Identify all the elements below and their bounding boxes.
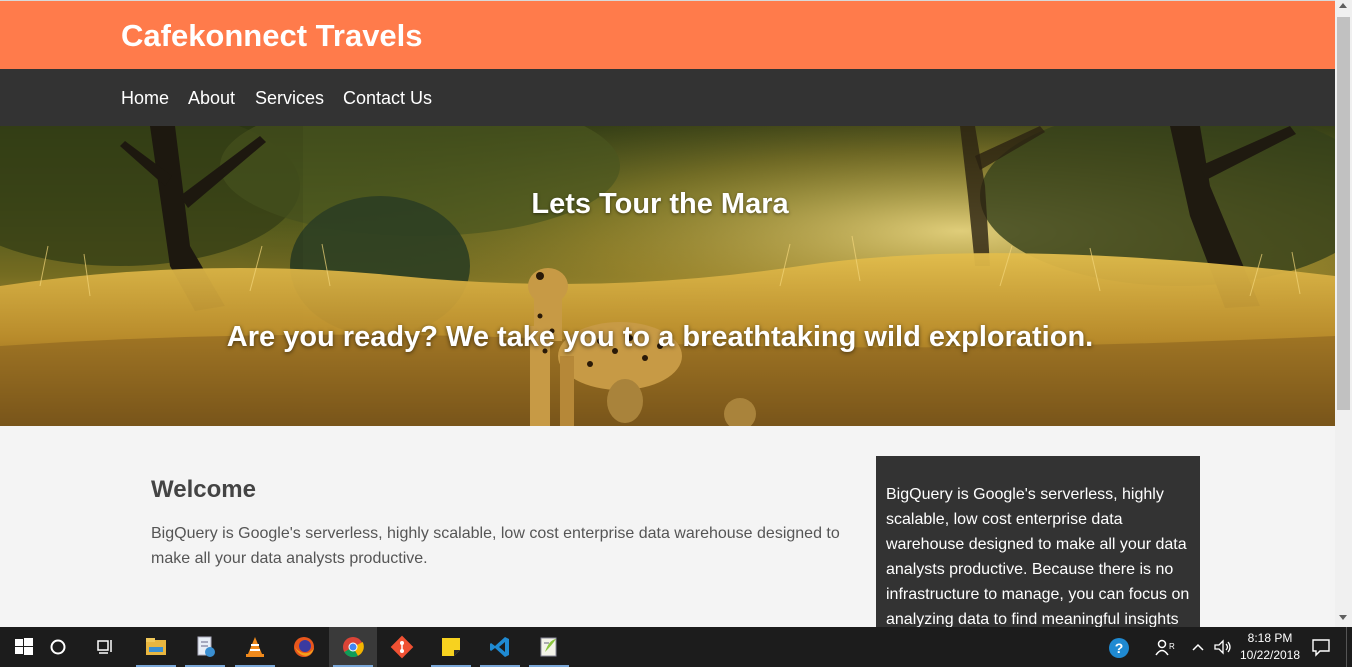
svg-text:?: ? (1115, 640, 1124, 656)
notepad-plus-plus-icon (540, 637, 557, 657)
people-icon: R (1155, 639, 1175, 656)
hero-title: Lets Tour the Mara (531, 188, 789, 220)
show-desktop-button[interactable] (1346, 627, 1352, 667)
hero-savanna-image (0, 126, 1335, 426)
hero-subtitle: Are you ready? We take you to a breathta… (226, 321, 1094, 353)
task-view-button[interactable] (82, 627, 130, 667)
action-center-button[interactable] (1306, 627, 1334, 667)
taskbar-git[interactable] (378, 627, 426, 667)
tray-help[interactable]: ? (1106, 627, 1134, 667)
scroll-up-arrow-icon[interactable] (1339, 3, 1347, 8)
scroll-thumb[interactable] (1337, 17, 1350, 410)
windows-taskbar: ? R 8:18 PM 10/22/2018 (0, 627, 1352, 667)
welcome-heading: Welcome (151, 476, 256, 503)
vlc-icon (246, 637, 264, 657)
start-icon (15, 638, 33, 655)
nav-link-home[interactable]: Home (121, 88, 169, 109)
tray-people[interactable]: R (1150, 627, 1176, 667)
page-scrollbar[interactable] (1335, 0, 1352, 627)
nav-link-contact-us[interactable]: Contact Us (343, 88, 432, 109)
welcome-paragraph: BigQuery is Google's serverless, highly … (151, 525, 840, 567)
chrome-icon (343, 637, 364, 658)
sidebar-info-text: BigQuery is Google's serverless, highly … (886, 486, 1190, 627)
file-explorer-icon (146, 638, 166, 655)
sidebar-info-box: BigQuery is Google's serverless, highly … (876, 456, 1200, 627)
firefox-icon (294, 637, 314, 657)
git-icon (390, 635, 414, 659)
taskbar-sticky-notes[interactable] (427, 627, 475, 667)
clock-time: 8:18 PM (1247, 631, 1293, 645)
scroll-down-arrow-icon[interactable] (1339, 615, 1347, 620)
taskbar-vscode[interactable] (476, 627, 524, 667)
task-view-icon (97, 640, 112, 654)
taskbar-notepad[interactable] (181, 627, 229, 667)
site-brand[interactable]: Cafekonnect Travels (121, 18, 423, 54)
help-icon: ? (1109, 638, 1129, 658)
cortana-icon (50, 639, 66, 655)
main-nav: Home About Services Contact Us (0, 69, 1335, 126)
nav-link-services[interactable]: Services (255, 88, 324, 109)
site-header: Cafekonnect Travels (0, 0, 1335, 69)
taskbar-vlc[interactable] (231, 627, 279, 667)
taskbar-chrome[interactable] (329, 627, 377, 667)
clock-date: 10/22/2018 (1239, 648, 1301, 662)
taskbar-file-explorer[interactable] (132, 627, 180, 667)
vscode-icon (490, 637, 509, 657)
svg-text:R: R (1169, 642, 1175, 651)
chevron-up-icon (1192, 643, 1204, 651)
browser-viewport: Cafekonnect Travels Home About Services … (0, 0, 1335, 627)
hero-banner: Lets Tour the Mara Are you ready? We tak… (0, 126, 1335, 426)
taskbar-firefox[interactable] (280, 627, 328, 667)
notification-icon (1312, 639, 1330, 657)
cortana-button[interactable] (34, 627, 82, 667)
taskbar-clock[interactable]: 8:18 PM 10/22/2018 (1232, 630, 1308, 664)
nav-link-about[interactable]: About (188, 88, 235, 109)
sticky-notes-icon (442, 638, 460, 656)
tray-show-hidden[interactable] (1188, 627, 1208, 667)
tray-volume[interactable] (1210, 627, 1234, 667)
notepad-icon (197, 636, 215, 657)
taskbar-notepad-plus-plus[interactable] (525, 627, 573, 667)
speaker-icon (1214, 639, 1231, 655)
